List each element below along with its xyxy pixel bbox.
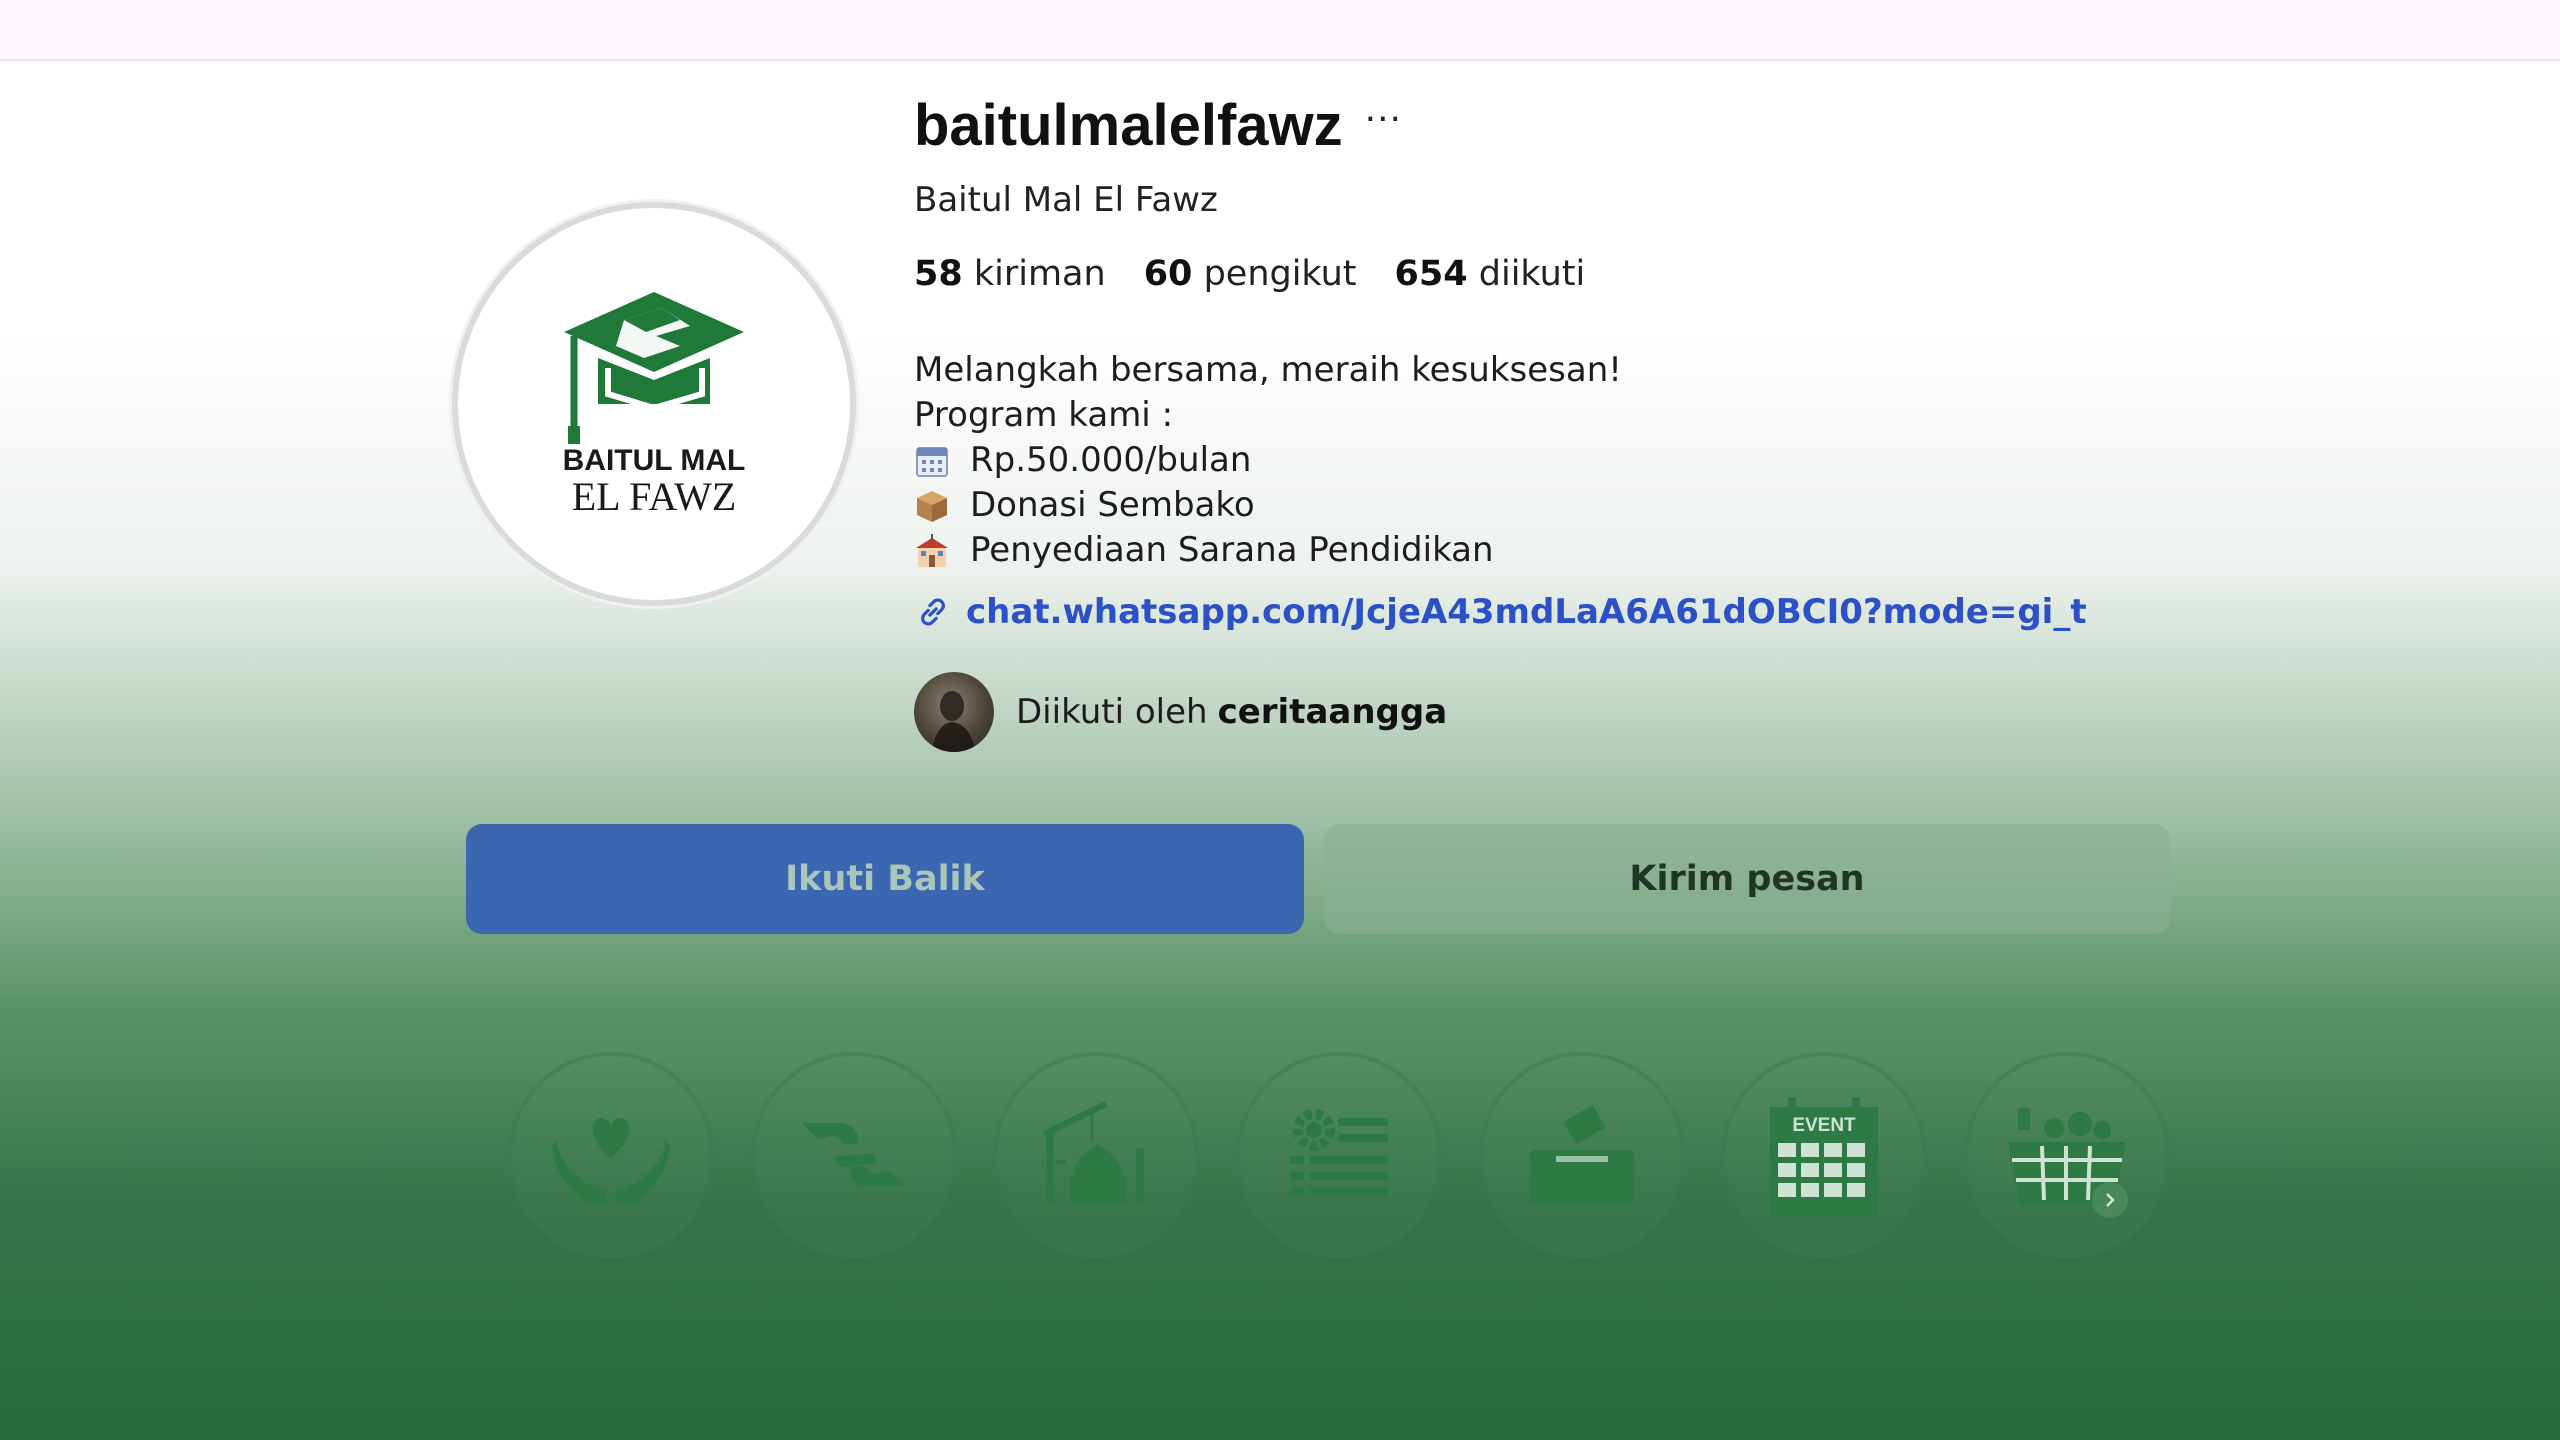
highlight-item[interactable]: Peduli: [747, 1052, 961, 1320]
profile-bio: Melangkah bersama, meraih kesuksesan! Pr…: [914, 348, 1622, 573]
followed-by-user[interactable]: ceritaangga: [1218, 692, 1448, 732]
highlight-item[interactable]: Program: [1232, 1052, 1446, 1320]
highlight-item[interactable]: Donasi: [1475, 1052, 1689, 1320]
following-label: diikuti: [1478, 254, 1586, 294]
highlight-cover: [1964, 1052, 2170, 1258]
more-options-button[interactable]: ···: [1365, 101, 1402, 138]
bio-item: Donasi Sembako: [914, 483, 1622, 528]
donation-box-icon: [1530, 1104, 1634, 1204]
posts-label: kiriman: [973, 254, 1106, 294]
profile-full-name: Baitul Mal El Fawz: [914, 180, 1218, 220]
story-highlights: Terimakasih K... Peduli Pembangunan Prog…: [0, 1052, 2560, 1332]
bio-line: Program kami :: [914, 395, 1174, 435]
highlight-cover: [993, 1052, 1199, 1258]
package-icon: [914, 488, 950, 524]
bio-item-text: Donasi Sembako: [970, 485, 1255, 525]
bio-item-text: Rp.50.000/bulan: [970, 440, 1252, 480]
top-bar: [0, 0, 2560, 61]
follower-avatar[interactable]: [914, 672, 994, 752]
highlight-label: Sembako: [1999, 1286, 2135, 1320]
bio-item: Penyediaan Sarana Pendidikan: [914, 528, 1622, 573]
highlight-label: Donasi: [1532, 1286, 1632, 1320]
followed-by-row[interactable]: Diikuti oleh ceritaangga: [914, 672, 1447, 752]
logo-text-line1: BAITUL MAL: [563, 444, 746, 477]
highlight-item[interactable]: Sembako: [1960, 1052, 2174, 1320]
following-stat[interactable]: 654 diikuti: [1395, 254, 1586, 294]
bio-item: Rp.50.000/bulan: [914, 438, 1622, 483]
profile-stats: 58 kiriman 60 pengikut 654 diikuti: [914, 254, 1585, 294]
highlight-item[interactable]: EVENT Event: [1717, 1052, 1931, 1320]
highlight-item[interactable]: Pembangunan: [989, 1052, 1203, 1320]
followed-by-prefix: Diikuti oleh: [1016, 692, 1208, 732]
link-icon: [921, 598, 945, 626]
highlight-label: Pembangunan: [991, 1286, 1201, 1320]
follow-back-button[interactable]: Ikuti Balik: [466, 824, 1304, 934]
highlight-cover: [508, 1052, 714, 1258]
send-message-button[interactable]: Kirim pesan: [1324, 824, 2170, 934]
bio-item-text: Penyediaan Sarana Pendidikan: [970, 530, 1494, 570]
following-count: 654: [1394, 254, 1468, 294]
logo-text-line2: EL FAWZ: [572, 474, 737, 519]
highlight-cover: [751, 1052, 957, 1258]
profile-link-text: chat.whatsapp.com/JcjeA43mdLaA6A61dOBCI0…: [966, 592, 2087, 632]
event-calendar-icon: EVENT: [1770, 1097, 1878, 1215]
profile-avatar[interactable]: BAITUL MAL EL FAWZ: [452, 202, 856, 606]
highlight-cover: [1236, 1052, 1442, 1258]
event-icon-text: EVENT: [1792, 1115, 1856, 1136]
chevron-right-icon: [2106, 1193, 2115, 1207]
highlight-cover: EVENT: [1721, 1052, 1927, 1258]
bio-line: Melangkah bersama, meraih kesuksesan!: [914, 350, 1622, 390]
profile-username: baitulmalelfawz: [914, 93, 1343, 158]
username-row: baitulmalelfawz ···: [914, 92, 1402, 159]
gear-list-icon: [1290, 1109, 1388, 1196]
mosque-construction-icon: [1042, 1101, 1144, 1204]
highlight-label: Event: [1782, 1286, 1866, 1320]
hands-heart-icon: [552, 1118, 670, 1204]
profile-link[interactable]: chat.whatsapp.com/JcjeA43mdLaA6A61dOBCI0…: [914, 592, 2087, 632]
followers-stat[interactable]: 60 pengikut: [1144, 254, 1357, 294]
posts-count: 58: [914, 254, 963, 294]
followers-label: pengikut: [1203, 254, 1357, 294]
highlight-label: Terimakasih K...: [504, 1286, 718, 1320]
followers-count: 60: [1143, 254, 1193, 294]
highlight-label: Peduli: [810, 1286, 898, 1320]
baitul-mal-logo: BAITUL MAL EL FAWZ: [563, 292, 746, 519]
highlight-item[interactable]: Terimakasih K...: [504, 1052, 718, 1320]
highlights-next-button[interactable]: [2092, 1182, 2128, 1218]
highlight-cover: [1479, 1052, 1685, 1258]
calendar-icon: [914, 443, 950, 479]
highlight-label: Program: [1277, 1286, 1401, 1320]
helping-hands-icon: [802, 1123, 906, 1187]
school-icon: [914, 533, 950, 569]
posts-stat[interactable]: 58 kiriman: [914, 254, 1106, 294]
